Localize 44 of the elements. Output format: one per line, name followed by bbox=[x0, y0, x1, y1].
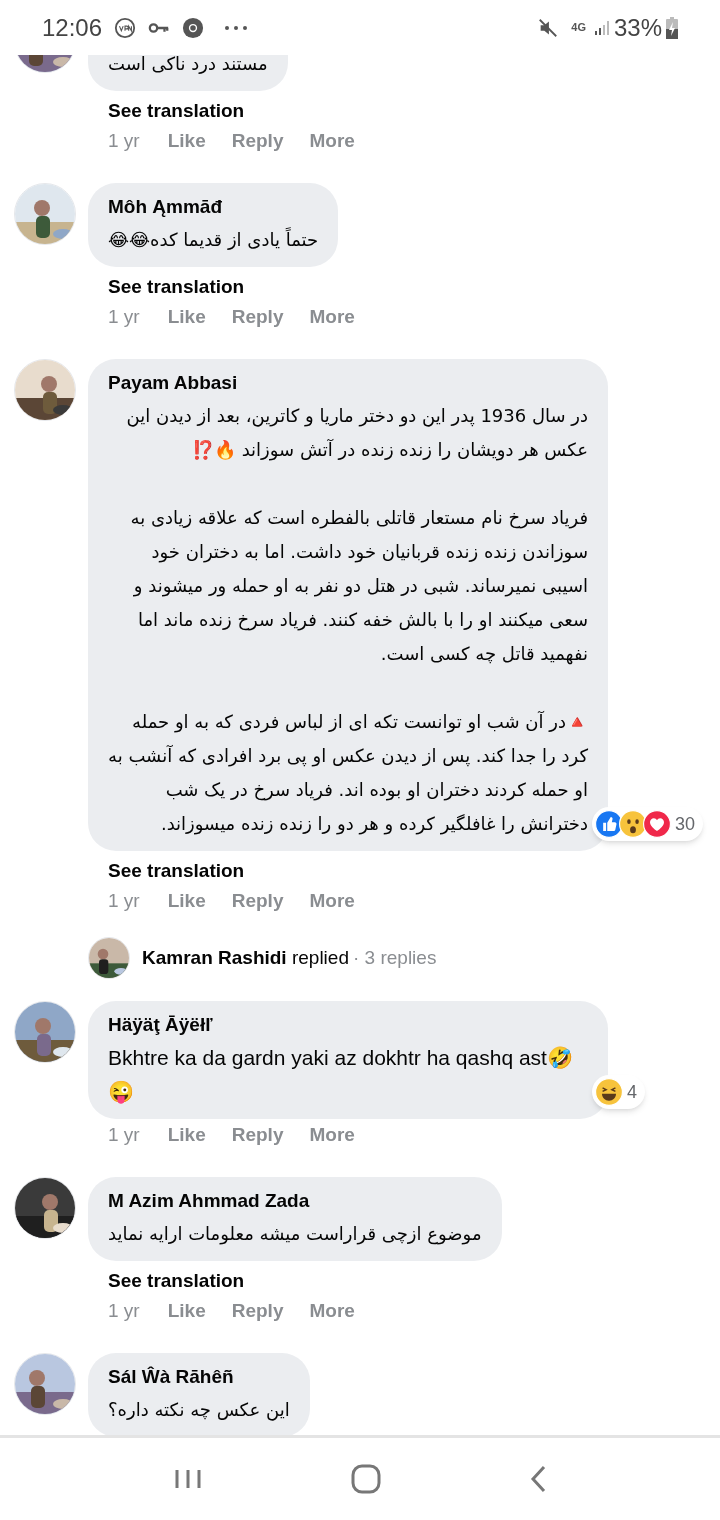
comment-text: Bkhtre ka da gardn yaki az dokhtr ha qashq ast🤣😜 bbox=[108, 1045, 574, 1106]
comment-action-link[interactable]: More bbox=[309, 303, 355, 331]
reaction-count-badge[interactable]: 30 bbox=[592, 807, 704, 841]
comment-text: مستند درد ناکی است bbox=[108, 55, 268, 76]
comment-author[interactable]: Häÿäţ Āÿëłľ bbox=[108, 1011, 588, 1039]
comment-action-link[interactable]: Reply bbox=[231, 303, 284, 331]
comment-text: در سال 1936 پدر این دو دختر ماریا و کاترین، بعد از دیدن این عکس هر دویشان را زنده زنده در آتش سوزاند 🔥⁉ bbox=[125, 404, 588, 463]
comment-text: حتماً یادی از قدیما کده😂😂 bbox=[108, 226, 319, 252]
comment-action-link[interactable]: More bbox=[309, 1297, 355, 1325]
comment-author[interactable]: M Azim Ahmmad Zada bbox=[108, 1187, 482, 1215]
comment-author[interactable]: Sál Ŵà Rāhêñ bbox=[108, 1363, 290, 1391]
comment-action-link[interactable]: Like bbox=[167, 1297, 206, 1325]
comment-action-link[interactable]: Like bbox=[167, 303, 206, 331]
replies-summary[interactable]: Kamran Rashidi replied bbox=[142, 943, 349, 973]
comment-action-link[interactable]: Reply bbox=[231, 887, 284, 915]
comment-time: 1 yr bbox=[108, 129, 140, 153]
comment-action-link[interactable]: Like bbox=[167, 887, 206, 915]
comment-action-link[interactable]: More bbox=[309, 127, 355, 155]
network-type: 4G bbox=[571, 22, 586, 33]
comment-author[interactable]: Môh Ąmmāđ bbox=[108, 193, 319, 221]
replies-count[interactable]: · 3 replies bbox=[353, 943, 437, 973]
comment-action-link[interactable]: Like bbox=[167, 1121, 206, 1149]
comment-time: 1 yr bbox=[108, 1299, 140, 1323]
comment-author[interactable]: Payam Abbasi bbox=[108, 369, 588, 397]
comment-action-link[interactable]: Reply bbox=[231, 127, 284, 155]
comment-action-link[interactable]: Reply bbox=[231, 1121, 284, 1149]
comment-text: موضوع ازچی قراراست میشه معلومات ارایه نماید bbox=[108, 1222, 482, 1247]
see-translation-link[interactable]: See translation bbox=[108, 273, 245, 301]
comment-action-link[interactable]: Reply bbox=[231, 1297, 284, 1325]
see-translation-link[interactable]: See translation bbox=[108, 1267, 245, 1295]
comment-time: 1 yr bbox=[108, 305, 140, 329]
battery-percent: 33% bbox=[613, 12, 662, 43]
comment-text: فریاد سرخ نام مستعار قاتلی بالفطره است که علاقه زیادی به سوزاندن زنده زنده قربانیان خود داشت. اما به دختران خود اسیبی نمیرساند. شبی در هتل دو نفر به او حمله ور میشوند و سعی میکنند او را با بالش خفه کنند. فریاد سرخ زنده ماند اما نفهمید قاتل چه کسی است. bbox=[129, 506, 588, 667]
comment-text: این عکس چه نکته داره؟ bbox=[108, 1398, 290, 1423]
comment-action-link[interactable]: More bbox=[309, 1121, 355, 1149]
comment-text: 🔺در آن شب او توانست تکه ای از لباس فردی که به او حمله کرد را جدا کند. پس از دیدن عکس او پی برد افرادی که آنشب به او حمله کردند دختران او بوده اند. فریاد سرخ در یک شب دخترانش را غافلگیر کرده و هر دو را زنده زنده میسوزاند. bbox=[108, 710, 588, 837]
comment-time: 1 yr bbox=[108, 1123, 140, 1147]
comment-action-link[interactable]: More bbox=[309, 887, 355, 915]
status-time: 12:06 bbox=[42, 12, 103, 43]
see-translation-link[interactable]: See translation bbox=[108, 97, 245, 125]
see-translation-link[interactable]: See translation bbox=[108, 857, 245, 885]
comment-time: 1 yr bbox=[108, 889, 140, 913]
comment-action-link[interactable]: Like bbox=[167, 127, 206, 155]
reaction-count-badge[interactable]: 4 bbox=[592, 1075, 645, 1109]
